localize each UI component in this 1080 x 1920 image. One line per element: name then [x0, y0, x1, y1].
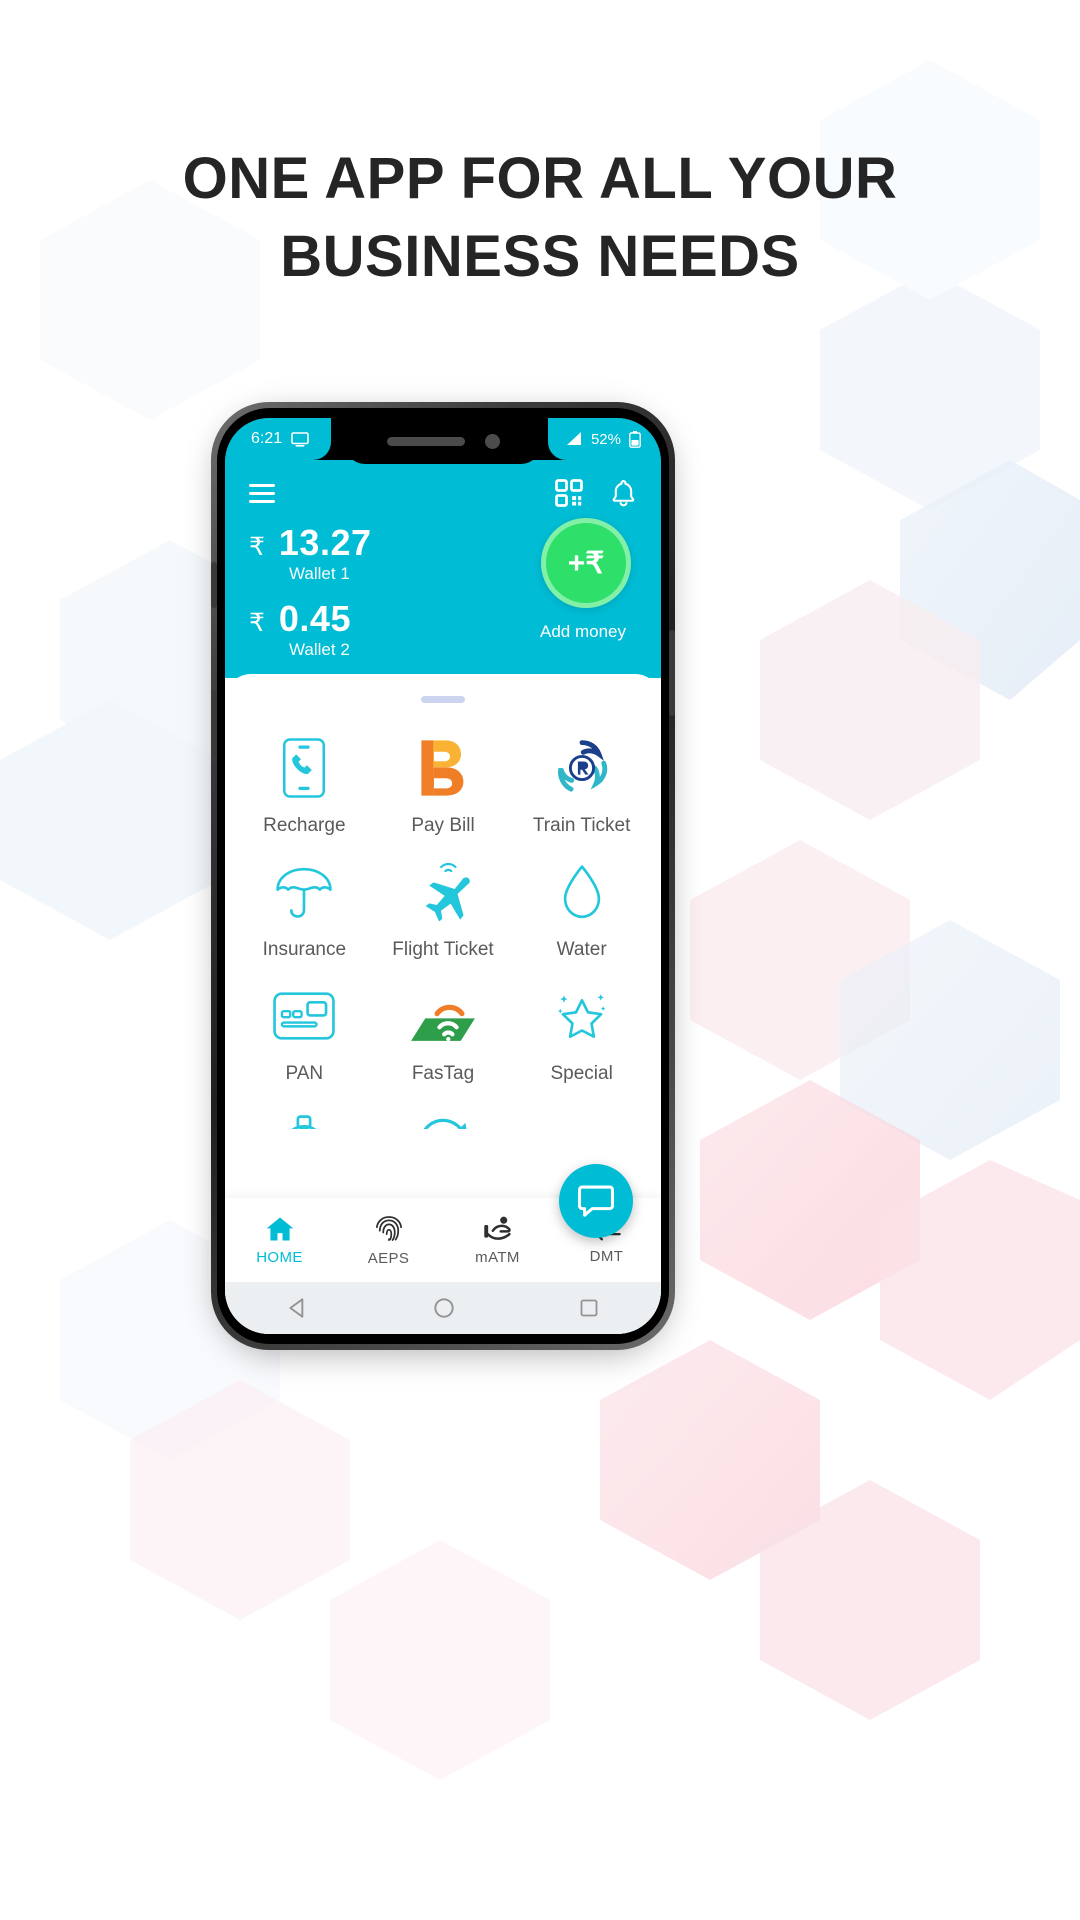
service-label: Water [556, 938, 607, 960]
irctc-train-icon [554, 737, 610, 799]
headline-line-1: ONE APP FOR ALL YOUR [182, 146, 898, 211]
phone-frame: 6:21 52% ₹ 13.27 Wallet 1 ₹ 0.45 Wallet … [211, 402, 675, 1350]
special-star-icon [553, 985, 611, 1047]
add-money-symbol: +₹ [567, 546, 605, 580]
recents-square-icon[interactable] [577, 1296, 601, 1320]
volume-up-button[interactable] [211, 562, 217, 608]
phone-screen: 6:21 52% ₹ 13.27 Wallet 1 ₹ 0.45 Wallet … [225, 418, 661, 1334]
service-tile-water[interactable]: Water [512, 847, 651, 971]
service-label: Recharge [263, 814, 346, 836]
bottom-tab-matm[interactable]: mATM [443, 1215, 552, 1266]
service-tile-partial-1[interactable] [235, 1095, 374, 1129]
chat-fab-button[interactable] [559, 1164, 633, 1238]
bottom-tab-home[interactable]: HOME [225, 1215, 334, 1266]
umbrella-icon [274, 861, 334, 923]
service-label: Train Ticket [532, 814, 631, 836]
services-grid: Recharge Pay Bill Train Ticket Insurance… [225, 703, 661, 1129]
service-label: Pay Bill [411, 814, 475, 836]
header-toolbar [249, 476, 637, 510]
power-button[interactable] [669, 630, 675, 716]
chat-bubble-icon [578, 1185, 614, 1217]
services-sheet: Recharge Pay Bill Train Ticket Insurance… [225, 673, 661, 1334]
service-tile-partial-2[interactable] [374, 1095, 513, 1129]
mobile-recharge-icon [282, 737, 326, 799]
status-bar: 6:21 52% [225, 418, 661, 464]
app-header: ₹ 13.27 Wallet 1 ₹ 0.45 Wallet 2 +₹ Add … [225, 460, 661, 678]
home-circle-icon[interactable] [431, 1295, 457, 1321]
service-tile-special[interactable]: Special [512, 971, 651, 1095]
water-drop-icon [559, 861, 605, 923]
matm-hand-icon [483, 1216, 511, 1240]
tab-label: DMT [589, 1247, 624, 1265]
monitor-icon [291, 431, 309, 447]
wallet-2-label: Wallet 2 [289, 639, 350, 659]
gas-cylinder-icon [277, 1109, 331, 1129]
airplane-icon [412, 861, 474, 923]
page-title: ONE APP FOR ALL YOUR BUSINESS NEEDS [0, 140, 1080, 297]
battery-percent: 52% [590, 430, 621, 448]
service-tile-pay-bill[interactable]: Pay Bill [374, 723, 513, 847]
phone-notch [345, 418, 541, 464]
service-tile-recharge[interactable]: Recharge [235, 723, 374, 847]
wallet-1-currency: ₹ [249, 533, 265, 561]
home-icon [266, 1216, 293, 1241]
add-money-button[interactable]: +₹ Add money [537, 518, 635, 642]
service-label: FasTag [411, 1062, 475, 1084]
fingerprint-icon [375, 1215, 402, 1241]
header-actions [554, 478, 637, 508]
paybill-b-logo-icon [414, 737, 472, 799]
status-bar-time: 6:21 [251, 430, 283, 447]
service-tile-train-ticket[interactable]: Train Ticket [512, 723, 651, 847]
wallet-2-amount: 0.45 [278, 597, 351, 639]
status-bar-right: 52% [547, 418, 661, 460]
back-triangle-icon[interactable] [285, 1295, 311, 1321]
fastag-icon [411, 985, 475, 1047]
service-tile-flight-ticket[interactable]: Flight Ticket [374, 847, 513, 971]
phone-mockup: 6:21 52% ₹ 13.27 Wallet 1 ₹ 0.45 Wallet … [203, 396, 683, 1360]
service-tile-fastag[interactable]: FasTag [374, 971, 513, 1095]
signal-icon [566, 432, 581, 445]
refresh-arrow-icon [415, 1109, 471, 1129]
hamburger-menu-icon[interactable] [249, 483, 275, 503]
add-money-label: Add money [540, 622, 626, 641]
service-label: Flight Ticket [392, 938, 494, 960]
notification-bell-icon[interactable] [610, 478, 637, 508]
earpiece-speaker [386, 436, 465, 446]
android-navigation-bar [225, 1282, 661, 1334]
service-label: Insurance [262, 938, 347, 960]
headline-line-2: BUSINESS NEEDS [280, 224, 800, 290]
tab-label: AEPS [367, 1249, 410, 1267]
sheet-grabber[interactable] [421, 695, 465, 703]
service-label: PAN [285, 1062, 324, 1084]
tab-label: mATM [475, 1248, 520, 1266]
tab-label: HOME [256, 1248, 303, 1266]
volume-down-button[interactable] [211, 690, 217, 762]
battery-icon [629, 430, 641, 448]
pan-card-icon [273, 985, 336, 1047]
wallet-1-amount: 13.27 [278, 522, 372, 563]
wallet-2-currency: ₹ [249, 608, 265, 637]
service-tile-pan[interactable]: PAN [235, 971, 374, 1095]
status-bar-left: 6:21 [225, 418, 332, 460]
qr-scan-icon[interactable] [554, 478, 584, 508]
service-tile-partial-3 [512, 1095, 651, 1129]
service-label: Special [550, 1062, 613, 1084]
wallet-summary: ₹ 13.27 Wallet 1 ₹ 0.45 Wallet 2 +₹ Add … [249, 518, 637, 660]
phone-body: 6:21 52% ₹ 13.27 Wallet 1 ₹ 0.45 Wallet … [217, 408, 669, 1344]
add-money-icon[interactable]: +₹ [541, 518, 631, 608]
service-tile-insurance[interactable]: Insurance [235, 847, 374, 971]
front-camera [484, 433, 500, 449]
bottom-tab-aeps[interactable]: AEPS [334, 1214, 443, 1267]
